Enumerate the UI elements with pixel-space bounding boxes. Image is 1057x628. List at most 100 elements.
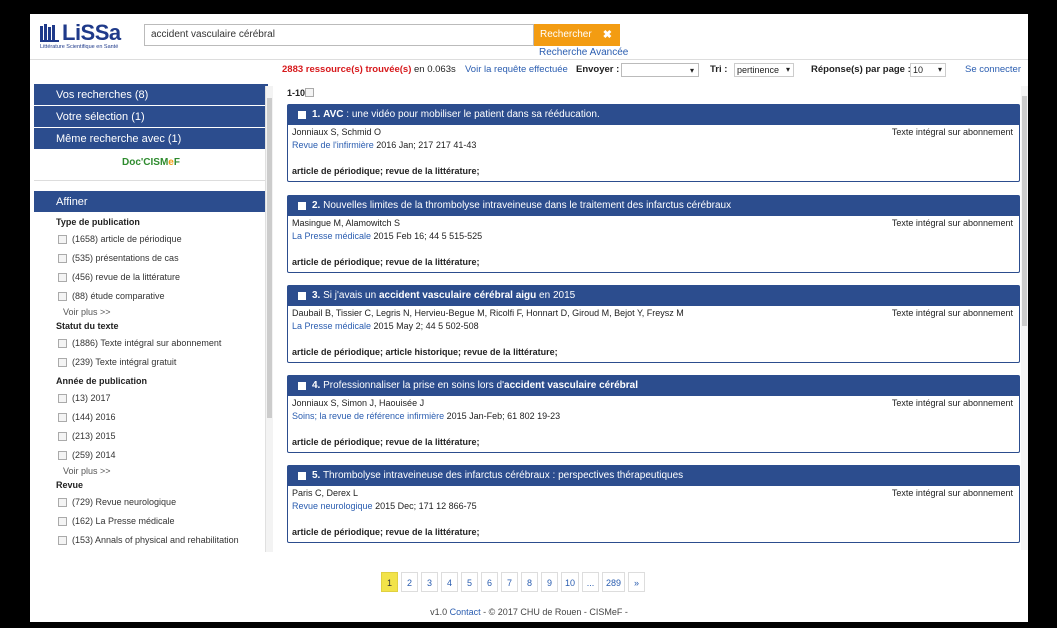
same-search-button[interactable]: Même recherche avec (1) bbox=[34, 128, 268, 150]
facet-label: (162) La Presse médicale bbox=[72, 516, 175, 526]
scrollbar-thumb[interactable] bbox=[1022, 96, 1027, 326]
result-card: 1. AVC : une vidéo pour mobiliser le pat… bbox=[287, 104, 1020, 182]
my-searches-button[interactable]: Vos recherches (8) bbox=[34, 84, 268, 106]
page-button[interactable]: 2 bbox=[401, 572, 418, 592]
chevron-down-icon: ▾ bbox=[937, 65, 942, 74]
refine-header[interactable]: Affiner bbox=[34, 191, 268, 213]
result-checkbox[interactable] bbox=[298, 472, 306, 480]
page-button[interactable]: 1 bbox=[381, 572, 398, 592]
see-more-link[interactable]: Voir plus >> bbox=[34, 307, 268, 317]
doc-cismef-link[interactable]: Doc'CISMeF bbox=[34, 150, 268, 176]
facet-label: (1886) Texte intégral sur abonnement bbox=[72, 338, 222, 348]
result-title[interactable]: 3. Si j'avais un accident vasculaire cér… bbox=[288, 286, 1019, 306]
scrollbar-thumb[interactable] bbox=[267, 98, 272, 418]
facet-option[interactable]: (1658) article de périodique bbox=[34, 230, 268, 249]
result-number: 5. bbox=[312, 470, 321, 481]
page-button[interactable]: 289 bbox=[602, 572, 626, 592]
app-window: LiSSa Littérature Scientifique en Santé … bbox=[30, 14, 1028, 622]
page-button[interactable]: 5 bbox=[461, 572, 478, 592]
facet-option[interactable]: (88) étude comparative bbox=[34, 287, 268, 306]
facet-option[interactable]: (162) La Presse médicale bbox=[34, 512, 268, 531]
contact-link[interactable]: Contact bbox=[450, 607, 481, 617]
facet-checkbox[interactable] bbox=[58, 358, 67, 367]
journal-link[interactable]: La Presse médicale bbox=[292, 231, 371, 241]
facet-option[interactable]: (456) revue de la littérature bbox=[34, 268, 268, 287]
facet-checkbox[interactable] bbox=[58, 451, 67, 460]
facet-option[interactable]: (239) Texte intégral gratuit bbox=[34, 353, 268, 372]
page-button[interactable]: 4 bbox=[441, 572, 458, 592]
sort-select[interactable]: pertinence ▾ bbox=[734, 63, 794, 77]
facet-checkbox[interactable] bbox=[58, 339, 67, 348]
result-checkbox[interactable] bbox=[298, 292, 306, 300]
facet-option[interactable]: (1886) Texte intégral sur abonnement bbox=[34, 334, 268, 353]
facet-option[interactable]: (153) Annals of physical and rehabilitat… bbox=[34, 531, 268, 550]
divider bbox=[34, 180, 268, 181]
advanced-search-link[interactable]: Recherche Avancée bbox=[539, 47, 628, 58]
result-source: Revue neurologique 2015 Dec; 171 12 866-… bbox=[292, 501, 477, 511]
page-button[interactable]: 6 bbox=[481, 572, 498, 592]
result-checkbox[interactable] bbox=[298, 202, 306, 210]
facet-checkbox[interactable] bbox=[58, 254, 67, 263]
result-authors: Daubail B, Tissier C, Legris N, Hervieu-… bbox=[292, 308, 684, 318]
result-details: 2015 Dec; 171 12 866-75 bbox=[372, 501, 477, 511]
per-page-select[interactable]: 10 ▾ bbox=[910, 63, 946, 77]
results-scrollbar[interactable] bbox=[1021, 86, 1028, 550]
clear-icon[interactable]: ✖ bbox=[603, 24, 612, 46]
result-authors: Jonniaux S, Simon J, Haouisée J bbox=[292, 398, 425, 408]
journal-link[interactable]: Revue neurologique bbox=[292, 501, 373, 511]
facet-checkbox[interactable] bbox=[58, 292, 67, 301]
facet-option[interactable]: (729) Revue neurologique bbox=[34, 493, 268, 512]
page-button[interactable]: 10 bbox=[561, 572, 580, 592]
facet-checkbox[interactable] bbox=[58, 273, 67, 282]
next-page-button[interactable]: » bbox=[628, 572, 646, 592]
facet-option[interactable]: (144) 2016 bbox=[34, 408, 268, 427]
result-title[interactable]: 4. Professionnaliser la prise en soins l… bbox=[288, 376, 1019, 396]
lissa-logo[interactable]: LiSSa Littérature Scientifique en Santé bbox=[40, 20, 140, 54]
facet-title: Revue bbox=[56, 480, 84, 490]
result-checkbox[interactable] bbox=[298, 111, 306, 119]
sidebar-scrollbar[interactable] bbox=[265, 86, 273, 552]
page-button[interactable]: 7 bbox=[501, 572, 518, 592]
facet-option[interactable]: (259) 2014 bbox=[34, 446, 268, 465]
facet-checkbox[interactable] bbox=[58, 517, 67, 526]
result-title[interactable]: 5. Thrombolyse intraveineuse des infarct… bbox=[288, 466, 1019, 486]
page-button[interactable]: 8 bbox=[521, 572, 538, 592]
facet-checkbox[interactable] bbox=[58, 235, 67, 244]
page-button[interactable]: ... bbox=[582, 572, 600, 592]
facet-checkbox[interactable] bbox=[58, 394, 67, 403]
result-title[interactable]: 2. Nouvelles limites de la thrombolyse i… bbox=[288, 196, 1019, 216]
facet-title: Statut du texte bbox=[56, 321, 119, 331]
my-selection-button[interactable]: Votre sélection (1) bbox=[34, 106, 268, 128]
facet-checkbox[interactable] bbox=[58, 498, 67, 507]
page-button[interactable]: 3 bbox=[421, 572, 438, 592]
journal-link[interactable]: La Presse médicale bbox=[292, 321, 371, 331]
facet-option[interactable]: (213) 2015 bbox=[34, 427, 268, 446]
page-button[interactable]: 9 bbox=[541, 572, 558, 592]
result-number: 3. bbox=[312, 290, 321, 301]
result-title[interactable]: 1. AVC : une vidéo pour mobiliser le pat… bbox=[288, 105, 1019, 125]
result-checkbox[interactable] bbox=[298, 382, 306, 390]
facet-label: (153) Annals of physical and rehabilitat… bbox=[72, 535, 239, 545]
chevron-down-icon: ▾ bbox=[689, 66, 694, 75]
facet-checkbox[interactable] bbox=[58, 536, 67, 545]
title-text: Professionnaliser la prise en soins lors… bbox=[323, 380, 505, 391]
send-select[interactable]: ▾ bbox=[621, 63, 699, 77]
search-button[interactable]: Rechercher ✖ bbox=[534, 24, 620, 46]
results-toolbar: 2883 ressource(s) trouvée(s) en 0.063s V… bbox=[30, 61, 1028, 83]
result-access: Texte intégral sur abonnement bbox=[891, 218, 1013, 228]
see-more-link[interactable]: Voir plus >> bbox=[34, 466, 268, 476]
result-card: 2. Nouvelles limites de la thrombolyse i… bbox=[287, 195, 1020, 273]
facet-checkbox[interactable] bbox=[58, 432, 67, 441]
result-range: 1-10 bbox=[287, 88, 315, 98]
journal-link[interactable]: Revue de l'infirmière bbox=[292, 140, 374, 150]
result-number: 4. bbox=[312, 380, 321, 391]
login-link[interactable]: Se connecter bbox=[965, 61, 1021, 79]
journal-link[interactable]: Soins; la revue de référence infirmière bbox=[292, 411, 444, 421]
select-all-checkbox[interactable] bbox=[305, 88, 315, 97]
facet-option[interactable]: (535) présentations de cas bbox=[34, 249, 268, 268]
facet-checkbox[interactable] bbox=[58, 413, 67, 422]
facet-option[interactable]: (13) 2017 bbox=[34, 389, 268, 408]
search-input[interactable]: accident vasculaire cérébral bbox=[144, 24, 534, 46]
view-query-link[interactable]: Voir la requête effectuée bbox=[465, 61, 568, 79]
facet-label: (239) Texte intégral gratuit bbox=[72, 357, 177, 367]
